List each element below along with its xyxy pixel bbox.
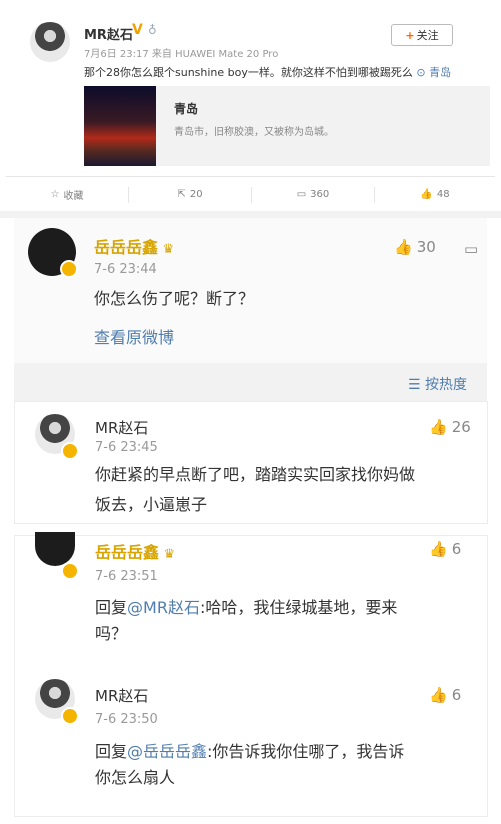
thumb-up-icon: 👍 [429,540,448,558]
reply-text-line: 吗？ [95,624,128,643]
action-bar: ☆ 收藏 ⇱ 20 ▭ 360 👍 48 [6,176,495,212]
reply-text-line: 你赶紧的早点断了吧，踏踏实实回家找你妈做 [95,465,416,484]
reply-like-button[interactable]: 👍 26 [429,418,471,436]
reply-time: 7-6 23:51 [95,569,158,584]
comment-icon: ▭ [296,189,307,200]
post-username[interactable]: MR赵石 [84,24,133,43]
comment-button[interactable]: ▭ 360 [252,177,374,212]
thumb-up-icon: 👍 [429,418,448,436]
member-icon: ♁ [148,23,157,37]
vip-badge-icon [61,442,79,460]
reply-icon[interactable]: ▭ [464,240,478,258]
follow-button[interactable]: + 关注 [391,24,453,46]
weibo-post: MR赵石 V ♁ 7月6日 23:17 来自 HUAWEI Mate 20 Pr… [6,6,495,211]
reply-username[interactable]: 岳岳岳鑫 ♛ [95,539,175,563]
like-button[interactable]: 👍 48 [375,177,495,212]
reply-text-line: 回复@岳岳岳鑫:你告诉我你住哪了，我告诉 [95,742,405,761]
location-link[interactable]: ⊙ 青岛 [416,66,451,79]
comment-text: 你怎么伤了呢？断了？ [94,289,255,308]
section-gap [0,211,501,218]
reply-text-line: 回复@MR赵石:哈哈，我住绿城基地，要来 [95,598,398,617]
crown-icon: ♛ [159,547,176,562]
sort-bar: ☰ 按热度 [14,363,487,401]
reply-like-button[interactable]: 👍 6 [429,540,461,558]
reply-text-line: 你怎么扇人 [95,768,176,787]
card-title: 青岛 [174,102,199,116]
thumb-up-icon: 👍 [429,686,448,704]
vip-badge-icon [60,260,78,278]
sort-icon: ☰ [408,377,426,393]
comment-like-button[interactable]: 👍 30 [394,238,436,256]
reply-time: 7-6 23:45 [95,440,158,455]
repost-button[interactable]: ⇱ 20 [129,177,251,212]
location-pin-icon: ⊙ [416,66,426,79]
main-comment: 岳岳岳鑫 ♛ 7-6 23:44 👍 30 ▭ 你怎么伤了呢？断了？ 查看原微博 [14,218,487,363]
avatar[interactable] [30,22,70,62]
repost-icon: ⇱ [177,189,186,200]
reply-username[interactable]: MR赵石 [95,417,148,438]
mention-link[interactable]: @MR赵石 [127,598,200,617]
view-original-link[interactable]: 查看原微博 [94,325,174,351]
reply-username[interactable]: MR赵石 [95,685,148,706]
mention-link[interactable]: @岳岳岳鑫 [127,742,207,761]
reply-time: 7-6 23:50 [95,712,158,727]
thumb-up-icon: 👍 [394,238,413,256]
avatar[interactable] [35,532,75,566]
reply-like-button[interactable]: 👍 6 [429,686,461,704]
vip-badge-icon [61,707,79,725]
comment-username[interactable]: 岳岳岳鑫 ♛ [94,234,174,258]
reply-item: MR赵石 7-6 23:45 👍 26 你赶紧的早点断了吧，踏踏实实回家找你妈做 … [14,401,488,524]
card-image [84,86,156,166]
post-meta: 7月6日 23:17 来自 HUAWEI Mate 20 Pro [84,49,279,60]
sort-button[interactable]: ☰ 按热度 [408,374,467,394]
reply-text-line: 饭去，小逼崽子 [95,495,208,514]
card-desc: 青岛市，旧称胶澳，又被称为岛城。 [174,127,334,138]
comment-time: 7-6 23:44 [94,262,157,277]
post-text: 那个28你怎么跟个sunshine boy一样。就你这样不怕到哪被踢死么 ⊙ 青… [84,66,452,79]
plus-icon: + [405,28,415,42]
location-card[interactable]: 青岛 青岛市，旧称胶澳，又被称为岛城。 [84,86,490,166]
star-icon: ☆ [50,189,60,200]
verified-icon: V [132,22,143,38]
crown-icon: ♛ [158,242,175,257]
vip-badge-icon [61,562,79,580]
thumb-up-icon: 👍 [420,189,433,200]
reply-list: 岳岳岳鑫 ♛ 7-6 23:51 👍 6 回复@MR赵石:哈哈，我住绿城基地，要来… [14,532,488,817]
favorite-button[interactable]: ☆ 收藏 [6,177,128,212]
